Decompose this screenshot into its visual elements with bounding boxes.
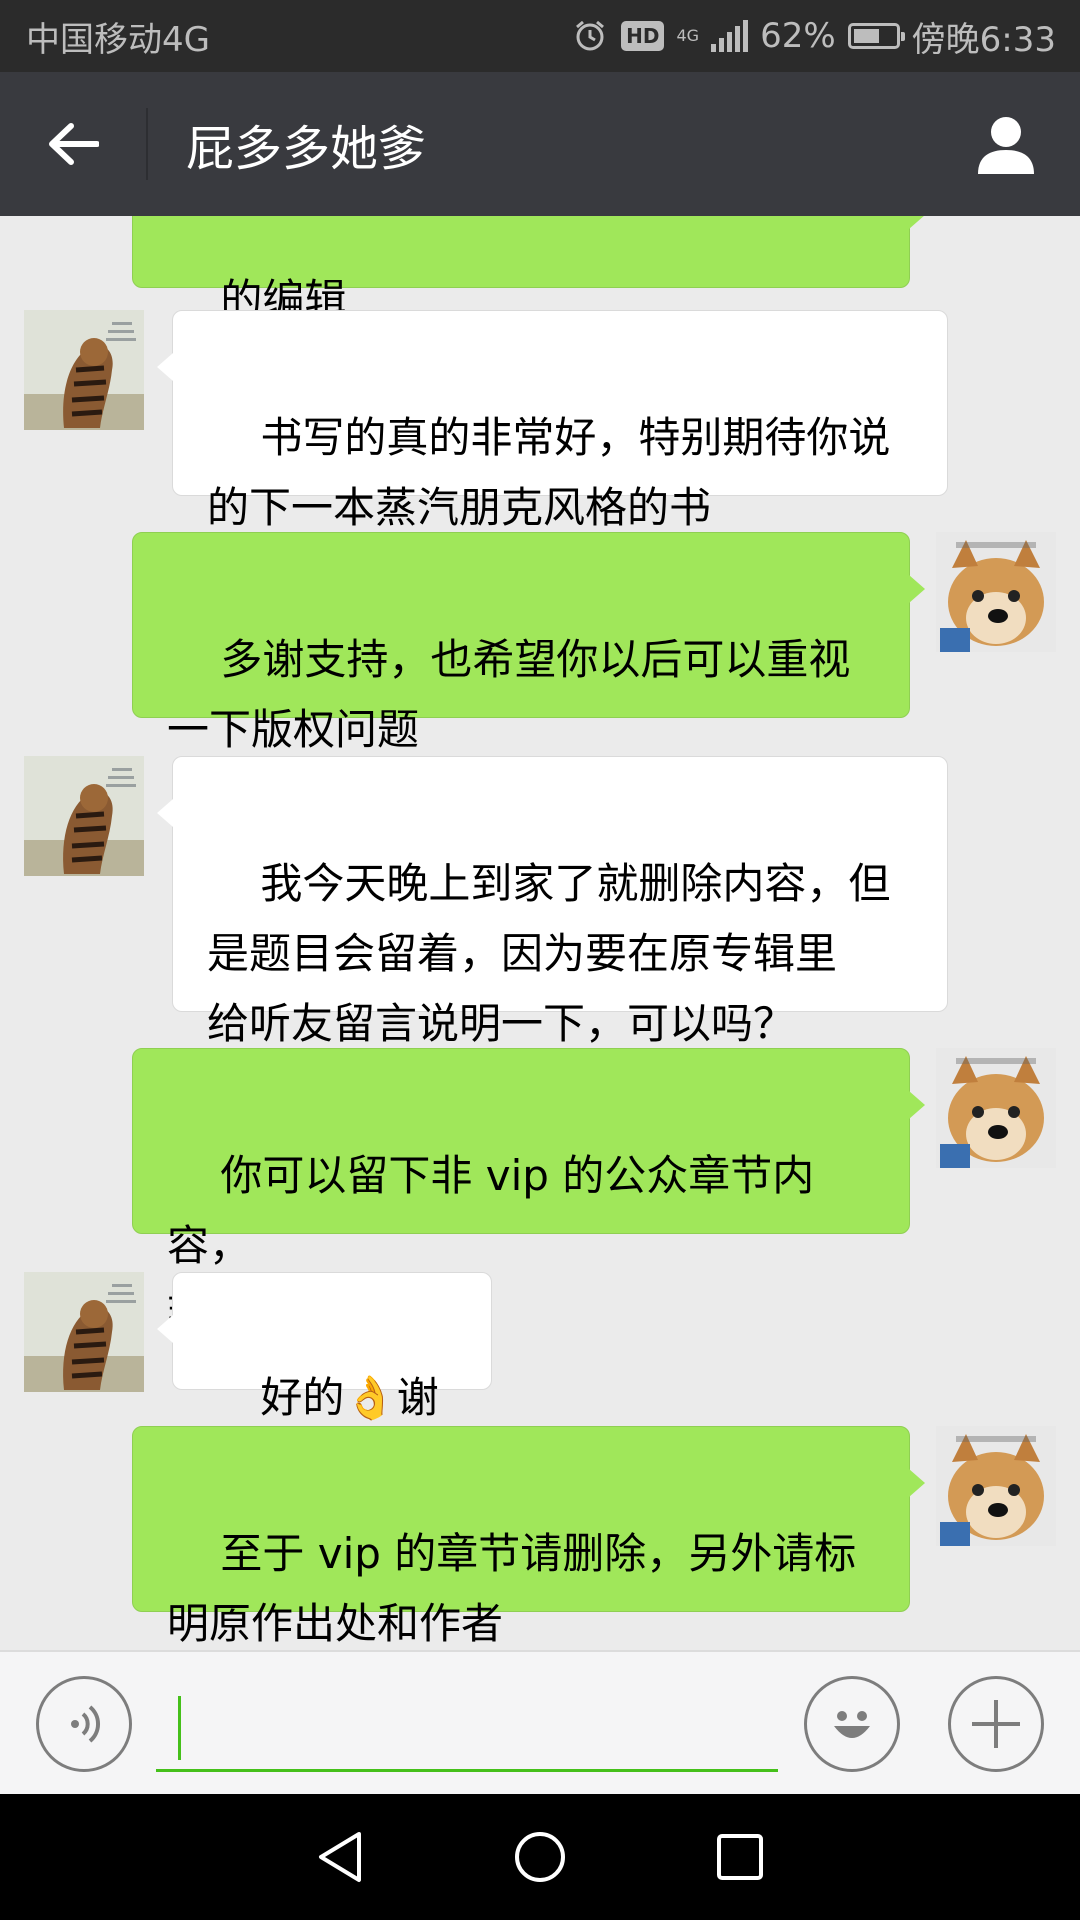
status-icons: HD 4G 62% 傍晚6:33: [571, 12, 1056, 61]
page-title: 屁多多她爹: [186, 121, 427, 177]
chat-header: 屁多多她爹: [0, 72, 1080, 216]
voice-icon: [71, 1705, 101, 1743]
nav-recents-button[interactable]: [700, 1817, 780, 1897]
system-nav-bar: [0, 1794, 1080, 1920]
message-bubble-outgoing[interactable]: 你可以留下非 vip 的公众章节内容， 那个我不会追究: [132, 1048, 925, 1340]
message-bubble-outgoing[interactable]: 多谢支持，也希望你以后可以重视 一下版权问题: [132, 532, 925, 754]
my-avatar[interactable]: [936, 532, 1056, 652]
back-button[interactable]: [0, 72, 146, 216]
message-text: 好的: [260, 1373, 345, 1422]
message-text: 多谢支持，也希望你以后可以重视 一下版权问题: [167, 635, 851, 754]
contact-avatar[interactable]: [24, 1272, 144, 1392]
network-type-label: 4G: [676, 26, 700, 45]
my-avatar[interactable]: [936, 1048, 1056, 1168]
voice-button[interactable]: [36, 1676, 132, 1772]
signal-icon: [711, 20, 749, 52]
more-button[interactable]: [948, 1676, 1044, 1772]
message-bubble-incoming[interactable]: 我今天晚上到家了就删除内容，但 是题目会留着，因为要在原专辑里 给听友留言说明一…: [157, 756, 948, 1048]
person-icon: [978, 117, 1034, 174]
header-divider: [146, 108, 148, 180]
nav-back-icon: [319, 1832, 361, 1882]
nav-recents-icon: [717, 1834, 763, 1880]
battery-fill: [853, 29, 879, 43]
smiley-icon: [834, 1711, 870, 1738]
message-text: 我今天晚上到家了就删除内容，但 是题目会留着，因为要在原专辑里 给听友留言说明一…: [207, 859, 891, 1048]
battery-icon: [847, 23, 905, 49]
contact-avatar[interactable]: [24, 310, 144, 430]
message-bubble-incoming[interactable]: 好的👌谢谢: [157, 1272, 492, 1492]
my-avatar[interactable]: [936, 1426, 1056, 1546]
chat-messages[interactable]: 的编辑 书写的真的非常好，特别期待你说 的下一本蒸汽朋克风格的书 多谢支持，也希…: [0, 216, 1080, 1650]
message-input[interactable]: [156, 1680, 778, 1772]
clock: 傍晚6:33: [911, 19, 1056, 60]
plus-icon: [972, 1700, 1020, 1748]
message-bubble-outgoing[interactable]: 至于 vip 的章节请删除，另外请标 明原作出处和作者: [132, 1426, 925, 1648]
message-text: 至于 vip 的章节请删除，另外请标 明原作出处和作者: [167, 1529, 857, 1648]
text-cursor: [178, 1696, 181, 1760]
contact-avatar[interactable]: [24, 756, 144, 876]
ok-hand-emoji: 👌: [344, 1373, 397, 1422]
battery-percent: 62%: [760, 16, 836, 56]
arrow-left-icon: [49, 123, 99, 165]
carrier-label: 中国移动4G: [26, 19, 210, 60]
nav-home-button[interactable]: [500, 1817, 580, 1897]
nav-back-button[interactable]: [300, 1817, 380, 1897]
message-bubble-incoming[interactable]: 书写的真的非常好，特别期待你说 的下一本蒸汽朋克风格的书: [157, 310, 948, 532]
message-input-bar: [0, 1650, 1080, 1794]
status-bar: 中国移动4G HD 4G 62% 傍晚6:33: [0, 0, 1080, 72]
alarm-icon: [571, 17, 609, 55]
profile-button[interactable]: [946, 72, 1066, 216]
hd-icon: HD: [621, 21, 665, 51]
message-text: 书写的真的非常好，特别期待你说 的下一本蒸汽朋克风格的书: [207, 413, 891, 532]
message-bubble-outgoing[interactable]: 的编辑: [132, 216, 925, 324]
emoji-button[interactable]: [804, 1676, 900, 1772]
nav-home-icon: [515, 1832, 565, 1882]
